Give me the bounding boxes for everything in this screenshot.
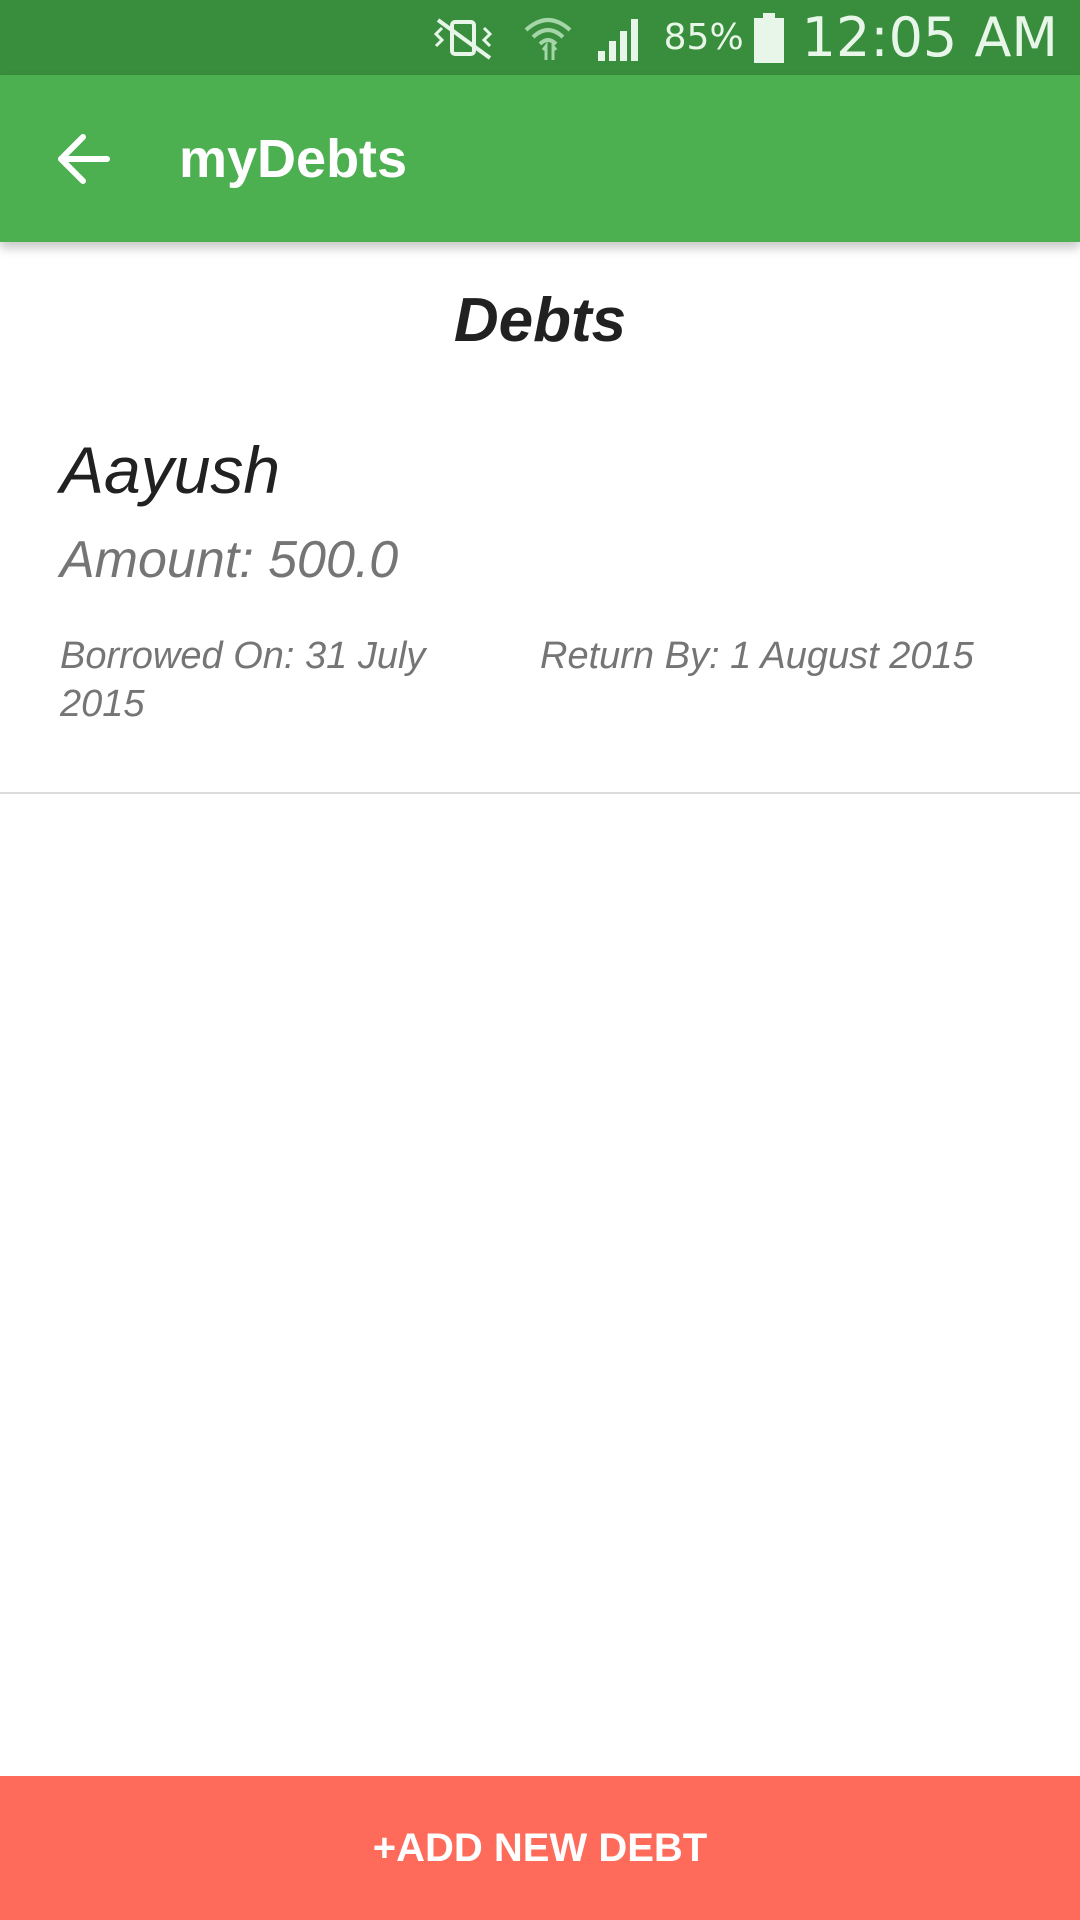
debtor-name: Aayush — [60, 433, 281, 507]
borrowed-on-date: Borrowed On: 31 July 2015 — [60, 635, 426, 725]
signal-icon — [596, 13, 646, 63]
arrow-back-icon — [58, 133, 110, 184]
return-by-date: Return By: 1 August 2015 — [540, 635, 974, 677]
debt-amount: Amount: 500.0 — [60, 531, 399, 589]
app-title: myDebts — [179, 128, 408, 189]
screen: 85% 12:05 AM myDebts Debts Aayush Amount… — [0, 0, 1080, 1920]
status-clock: 12:05 AM — [801, 6, 1058, 69]
list-item[interactable]: Aayush Amount: 500.0 Borrowed On: 31 Jul… — [0, 420, 1080, 794]
vibrate-mute-icon — [428, 14, 500, 62]
page-title: Debts — [453, 286, 627, 355]
app-bar: myDebts — [0, 75, 1080, 242]
battery-percent: 85% — [663, 17, 744, 58]
add-new-debt-button[interactable]: +ADD NEW DEBT — [0, 1776, 1080, 1920]
status-bar: 85% 12:05 AM — [0, 0, 1080, 75]
wifi-icon — [522, 12, 574, 64]
back-button[interactable] — [28, 104, 138, 214]
battery-icon — [753, 12, 784, 63]
